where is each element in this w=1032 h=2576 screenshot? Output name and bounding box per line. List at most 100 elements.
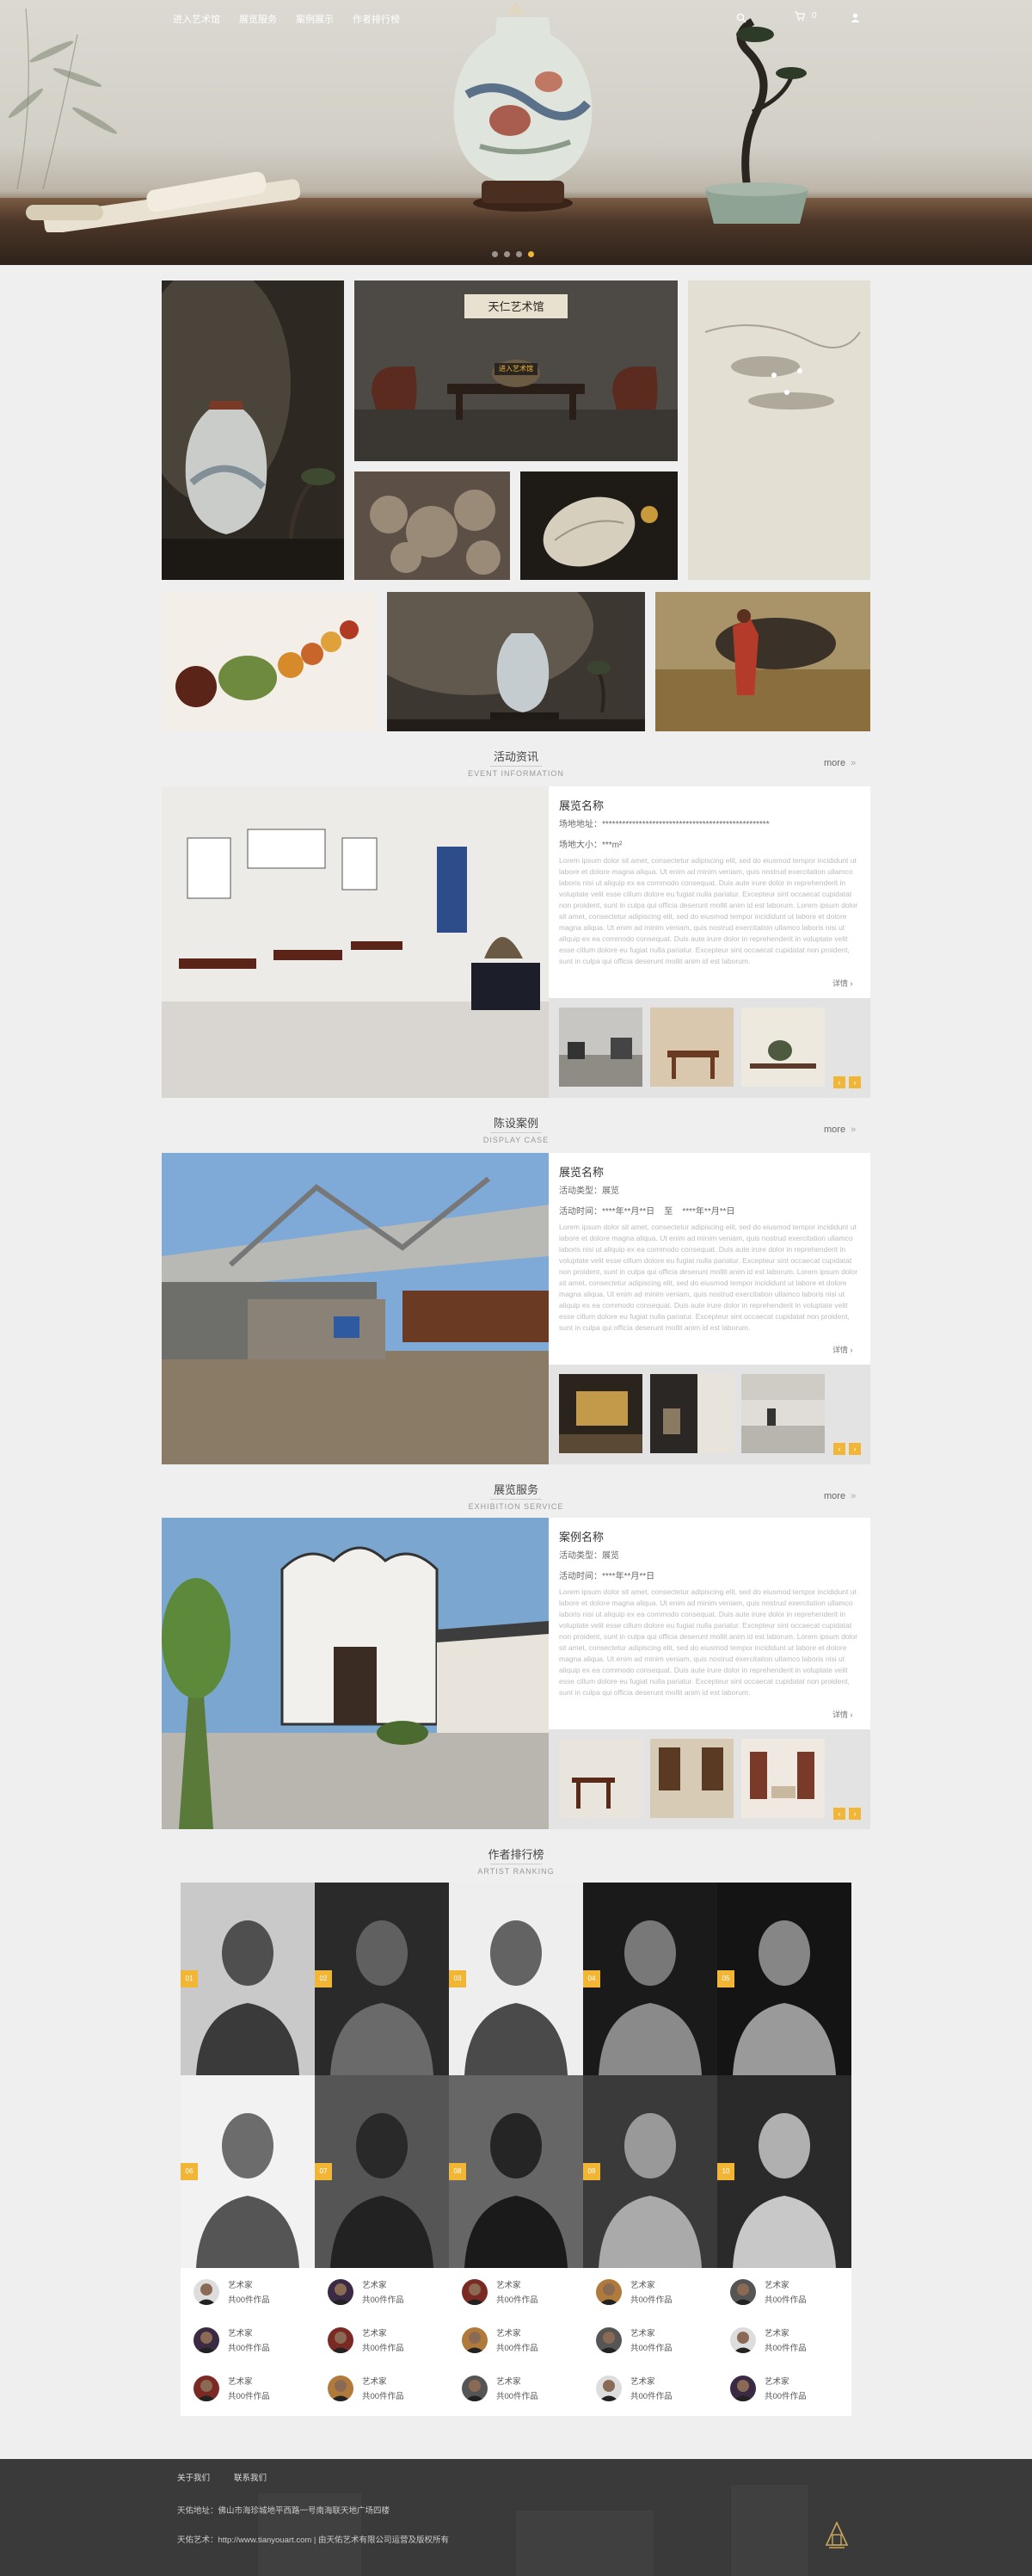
gallery-tile-gourd[interactable] [520, 471, 678, 580]
footer-site-info: 天佑艺术：http://www.tianyouart.com | 由天佑艺术有限… [177, 2536, 450, 2545]
artist-list-item[interactable]: 艺术家 共00件作品 [462, 2375, 538, 2401]
artist-list-item[interactable]: 艺术家 共00件作品 [194, 2375, 270, 2401]
artist-list-item[interactable]: 艺术家 共00件作品 [328, 2278, 404, 2305]
artist-list-item[interactable]: 艺术家 共00件作品 [596, 2375, 673, 2401]
nav-item-exhibition-service[interactable]: 展览服务 [230, 12, 286, 26]
artist-list-item[interactable]: 艺术家 共00件作品 [730, 2375, 807, 2401]
thumbnail[interactable] [650, 1374, 734, 1453]
gallery-tile-vase-2[interactable] [387, 592, 645, 731]
thumbnail[interactable] [650, 1008, 734, 1087]
services-more-link[interactable]: more » [824, 1491, 856, 1501]
site-logo[interactable] [501, 2, 531, 24]
next-arrow[interactable]: › [849, 1076, 861, 1088]
gallery-tile-ink-painting[interactable] [688, 280, 870, 580]
slide-dot-2[interactable] [504, 251, 510, 257]
artist-list-item[interactable]: 艺术家 共00件作品 [730, 2326, 807, 2353]
next-arrow[interactable]: › [849, 1443, 861, 1455]
search-icon[interactable] [736, 12, 748, 24]
rank-badge: 04 [583, 1970, 600, 1987]
events-more-link[interactable]: more » [824, 758, 856, 768]
artist-works-count: 共00件作品 [228, 2296, 270, 2305]
plaque-text: 天仁艺术馆 [488, 300, 544, 313]
footer-link-about[interactable]: 关于我们 [177, 2471, 210, 2483]
slide-dot-4[interactable] [528, 251, 534, 257]
cases-more-link[interactable]: more » [824, 1125, 856, 1135]
artist-name: 艺术家 [362, 2329, 387, 2339]
service-description: Lorem ipsum dolor sit amet, consectetur … [559, 1587, 858, 1697]
artist-list-item[interactable]: 艺术家 共00件作品 [328, 2375, 404, 2401]
cases-title-en: DISPLAY CASE [482, 1136, 550, 1144]
artist-avatar [462, 2326, 488, 2353]
cart-button[interactable]: 0 [795, 11, 817, 21]
gallery-tile-carving[interactable] [354, 471, 510, 580]
thumbnail[interactable] [559, 1374, 642, 1453]
events-main-image[interactable] [162, 786, 549, 1098]
artist-portrait[interactable]: 02 [315, 1883, 449, 2075]
footer-logo[interactable] [824, 2519, 850, 2550]
services-main-image[interactable] [162, 1518, 549, 1829]
hero-slider-dots [492, 251, 534, 257]
gallery-tile-beads[interactable] [162, 592, 377, 731]
artist-portrait[interactable]: 05 [717, 1883, 851, 2075]
prev-arrow[interactable]: ‹ [833, 1076, 845, 1088]
artist-list-item[interactable]: 艺术家 共00件作品 [194, 2278, 270, 2305]
nav-item-cases[interactable]: 案例展示 [286, 12, 343, 26]
events-section-title: 活动资讯 EVENT INFORMATION [0, 748, 1032, 778]
nav-item-gallery[interactable]: 进入艺术馆 [163, 12, 230, 26]
artist-list-item[interactable]: 艺术家 共00件作品 [462, 2326, 538, 2353]
events-detail-card: 展览名称 场地地址：******************************… [549, 786, 870, 998]
footer-links: 关于我们 联系我们 [177, 2471, 267, 2483]
artist-name: 艺术家 [765, 2377, 789, 2387]
artist-name: 艺术家 [362, 2281, 387, 2290]
event-name: 展览名称 [559, 799, 605, 812]
thumbnail[interactable] [741, 1739, 825, 1818]
cases-main-image[interactable] [162, 1153, 549, 1464]
artist-portrait[interactable]: 04 [583, 1883, 717, 2075]
artist-portrait[interactable]: 10 [717, 2075, 851, 2268]
slide-dot-1[interactable] [492, 251, 498, 257]
prev-arrow[interactable]: ‹ [833, 1443, 845, 1455]
more-label: more [824, 758, 846, 768]
artist-list-item[interactable]: 艺术家 共00件作品 [730, 2278, 807, 2305]
artist-avatar [462, 2278, 488, 2305]
thumbnail[interactable] [741, 1374, 825, 1453]
artist-portrait[interactable]: 01 [181, 1883, 315, 2075]
user-icon[interactable] [851, 11, 860, 27]
artist-list-item[interactable]: 艺术家 共00件作品 [596, 2278, 673, 2305]
footer-link-contact[interactable]: 联系我们 [234, 2471, 267, 2483]
artist-list-item[interactable]: 艺术家 共00件作品 [328, 2326, 404, 2353]
service-type: 活动类型：展览 [559, 1551, 619, 1561]
thumbnail[interactable] [741, 1008, 825, 1087]
next-arrow[interactable]: › [849, 1808, 861, 1820]
artist-avatar [596, 2375, 622, 2401]
prev-arrow[interactable]: ‹ [833, 1808, 845, 1820]
rank-badge: 09 [583, 2163, 600, 2180]
gallery-tile-vase[interactable] [162, 280, 344, 580]
artist-portrait[interactable]: 08 [449, 2075, 583, 2268]
artist-list-item[interactable]: 艺术家 共00件作品 [194, 2326, 270, 2353]
enter-gallery-button[interactable]: 进入艺术馆 [494, 363, 538, 375]
services-title-en: EXHIBITION SERVICE [468, 1502, 564, 1511]
thumbnail[interactable] [559, 1008, 642, 1087]
logo-icon [507, 2, 525, 15]
case-detail-link[interactable]: 详情 › [832, 1344, 853, 1355]
artist-portrait[interactable]: 09 [583, 2075, 717, 2268]
slide-dot-3[interactable] [516, 251, 522, 257]
artist-list-item[interactable]: 艺术家 共00件作品 [596, 2326, 673, 2353]
thumbnail[interactable] [559, 1739, 642, 1818]
artist-portrait[interactable]: 07 [315, 2075, 449, 2268]
artist-list-item[interactable]: 艺术家 共00件作品 [462, 2278, 538, 2305]
service-case-name: 案例名称 [559, 1531, 605, 1544]
artist-portrait[interactable]: 03 [449, 1883, 583, 2075]
artist-works-count: 共00件作品 [630, 2392, 673, 2401]
gallery-tile-oil-painting[interactable] [655, 592, 870, 731]
service-detail-link[interactable]: 详情 › [832, 1709, 853, 1720]
artist-portrait[interactable]: 06 [181, 2075, 315, 2268]
chevron-right-icon: » [851, 758, 857, 768]
gallery-tile-hall[interactable]: 天仁艺术馆 进入艺术馆 [354, 280, 678, 461]
events-title-en: EVENT INFORMATION [468, 769, 564, 778]
thumbnail[interactable] [650, 1739, 734, 1818]
rank-badge: 07 [315, 2163, 332, 2180]
nav-item-ranking[interactable]: 作者排行榜 [343, 12, 409, 26]
event-detail-link[interactable]: 详情 › [832, 977, 853, 989]
